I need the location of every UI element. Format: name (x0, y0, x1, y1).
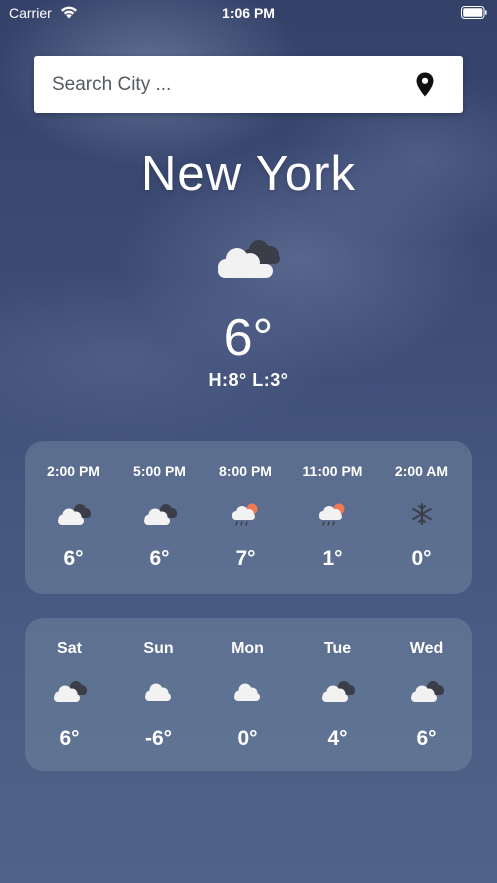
daily-temp: 6° (59, 727, 80, 750)
daily-temp: -6° (144, 727, 173, 750)
hourly-temp: 6° (63, 547, 84, 570)
rain-sun-icon (319, 503, 345, 526)
daily-day: Mon (231, 640, 264, 657)
hourly-item: 2:00 PM 6° (29, 441, 118, 594)
daily-item: Mon 0° (203, 618, 292, 771)
daily-forecast-card: Sat 6° Sun -6° Mon 0° Tue 4° Wed 6° (25, 618, 472, 771)
daily-temp: 6° (416, 727, 437, 750)
hourly-temp: 0° (411, 547, 432, 570)
cloudy-icon (322, 681, 355, 702)
hourly-item: 11:00 PM 1° (288, 441, 377, 594)
light-cloud-icon (234, 683, 260, 701)
rain-sun-icon (232, 503, 258, 526)
current-temperature: 6° (223, 309, 274, 367)
hourly-time: 11:00 PM (302, 463, 363, 479)
location-pin-icon[interactable] (416, 72, 434, 97)
daily-item: Tue 4° (293, 618, 382, 771)
daily-item: Wed 6° (382, 618, 471, 771)
search-bar (34, 56, 463, 113)
daily-day: Sun (143, 640, 174, 657)
hourly-temp: 6° (149, 547, 170, 570)
light-cloud-icon (145, 683, 171, 701)
hourly-time: 5:00 PM (133, 463, 186, 479)
snowflake-icon (412, 503, 432, 525)
cloudy-icon (411, 681, 444, 702)
hourly-item: 5:00 PM 6° (115, 441, 204, 594)
daily-day: Tue (323, 640, 352, 657)
city-name: New York (140, 147, 356, 201)
status-time: 1:06 PM (222, 5, 275, 21)
cloudy-icon (218, 240, 280, 278)
hourly-item: 2:00 AM 0° (377, 441, 466, 594)
hourly-item: 8:00 PM 7° (201, 441, 290, 594)
hourly-time: 2:00 PM (47, 463, 100, 479)
battery-icon (461, 6, 487, 19)
hourly-time: 8:00 PM (219, 463, 272, 479)
daily-day: Wed (409, 640, 444, 657)
cloudy-icon (58, 504, 91, 525)
high-low-temperature: H:8° L:3° (208, 370, 289, 390)
daily-item: Sun -6° (114, 618, 203, 771)
daily-day: Sat (57, 640, 82, 657)
daily-temp: 0° (237, 727, 258, 750)
cloudy-icon (54, 681, 87, 702)
daily-temp: 4° (327, 727, 348, 750)
daily-item: Sat 6° (25, 618, 114, 771)
hourly-forecast-card: 2:00 PM 6° 5:00 PM 6° 8:00 PM 7° 11:00 P… (25, 441, 472, 594)
hourly-temp: 7° (235, 547, 256, 570)
status-bar: Carrier 1:06 PM (0, 0, 497, 26)
cloudy-icon (144, 504, 177, 525)
hourly-temp: 1° (322, 547, 343, 570)
search-city-input[interactable] (52, 56, 412, 113)
hourly-time: 2:00 AM (394, 463, 449, 479)
